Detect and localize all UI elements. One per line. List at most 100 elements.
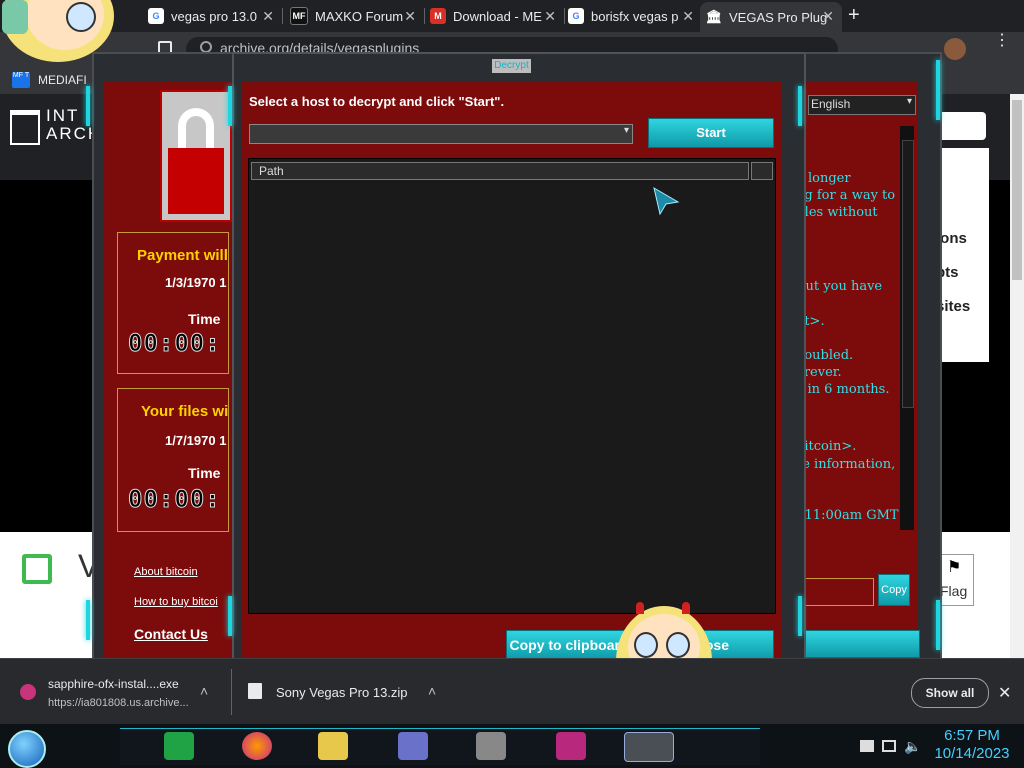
download-item[interactable]: Sony Vegas Pro 13.zip ˄ bbox=[232, 659, 452, 725]
cartoon-horn-icon bbox=[682, 602, 690, 614]
message-scrollbar[interactable] bbox=[900, 126, 914, 530]
mediafire-bookmark-icon: MF T bbox=[12, 72, 30, 88]
download-url: https://ia801808.us.archive... bbox=[48, 697, 189, 709]
tab-divider bbox=[282, 8, 283, 24]
payment-raise-title: Payment will bbox=[137, 247, 228, 264]
cartoon-sticker-top bbox=[0, 0, 130, 62]
tab-borisfx[interactable]: G borisfx vegas p ✕ bbox=[568, 2, 698, 30]
message-line: re information, bbox=[796, 457, 896, 472]
display-icon[interactable] bbox=[882, 740, 896, 752]
payment-countdown: 00:00: bbox=[128, 329, 221, 358]
profile-avatar[interactable] bbox=[944, 38, 966, 60]
language-value: English bbox=[811, 97, 851, 111]
tab-label: Download - ME bbox=[453, 8, 542, 24]
message-line: ng for a way to bbox=[796, 188, 896, 203]
chevron-up-icon[interactable]: ˄ bbox=[428, 683, 436, 699]
control-panel-icon[interactable] bbox=[398, 732, 428, 760]
chevron-down-icon: ▾ bbox=[623, 125, 629, 136]
decrypt-dialog-title: Decrypt bbox=[492, 59, 531, 73]
files-lost-title: Your files wi bbox=[141, 403, 229, 420]
frame-glow bbox=[798, 86, 802, 126]
payment-raise-date: 1/3/1970 1 bbox=[165, 275, 227, 290]
new-tab-button[interactable]: + bbox=[848, 4, 860, 27]
message-line: y in 6 months. bbox=[796, 382, 890, 397]
scrollbar-thumb[interactable] bbox=[1012, 100, 1022, 280]
archive-logo-icon bbox=[10, 110, 40, 145]
close-icon[interactable]: ✕ bbox=[822, 8, 834, 25]
close-icon[interactable]: ✕ bbox=[544, 8, 556, 25]
decryptor-app-icon[interactable] bbox=[624, 732, 674, 762]
column-header-extra[interactable] bbox=[751, 162, 773, 180]
cartoon-eye-icon bbox=[66, 2, 96, 32]
google-icon: G bbox=[568, 8, 584, 24]
network-icon[interactable] bbox=[860, 740, 874, 752]
files-lost-timer-panel: Your files wi 1/7/1970 1 Time 00:00: bbox=[117, 388, 229, 532]
save-icon[interactable] bbox=[22, 554, 52, 584]
frame-glow bbox=[936, 60, 940, 120]
tab-maxko-forum[interactable]: MF MAXKO Forum ✕ bbox=[290, 2, 420, 30]
start-orb-icon[interactable] bbox=[8, 730, 46, 768]
zip-file-icon bbox=[248, 683, 262, 699]
language-select[interactable]: English ▾ bbox=[808, 95, 916, 115]
files-lost-date: 1/7/1970 1 bbox=[165, 433, 227, 448]
copy-address-button[interactable]: Copy bbox=[878, 574, 910, 606]
close-icon[interactable]: ✕ bbox=[262, 8, 274, 25]
column-header-path[interactable]: Path bbox=[251, 162, 749, 180]
spotify-icon[interactable] bbox=[164, 732, 194, 760]
show-all-button[interactable]: Show all bbox=[911, 678, 989, 708]
download-item[interactable]: sapphire-ofx-instal....exe https://ia801… bbox=[0, 659, 230, 725]
tab-vegas-pro[interactable]: G vegas pro 13.0 ✕ bbox=[148, 2, 278, 30]
padlock-body-icon bbox=[168, 148, 224, 214]
cartoon-eye-icon bbox=[634, 632, 658, 658]
tab-label: vegas pro 13.0 bbox=[171, 8, 258, 24]
downloads-bar: sapphire-ofx-instal....exe https://ia801… bbox=[0, 658, 1024, 725]
time-left-label: Time bbox=[188, 311, 221, 327]
volume-icon[interactable]: 🔈 bbox=[904, 738, 921, 755]
frame-glow bbox=[228, 86, 232, 126]
close-icon[interactable]: ✕ bbox=[682, 8, 694, 25]
close-icon[interactable]: ✕ bbox=[404, 8, 416, 25]
tab-divider bbox=[564, 8, 565, 24]
frame-glow bbox=[86, 86, 90, 126]
tab-vegas-plugins-active[interactable]: 🏛 VEGAS Pro Plug ✕ bbox=[700, 2, 842, 32]
money-app-icon[interactable] bbox=[556, 732, 586, 760]
page-scrollbar[interactable] bbox=[1010, 94, 1024, 658]
installer-file-icon bbox=[20, 684, 36, 700]
archive-icon: 🏛 bbox=[705, 9, 723, 24]
message-line: - 11:00am GMT bbox=[796, 508, 899, 523]
archive-logo-line1: INT bbox=[46, 106, 80, 125]
about-bitcoin-link[interactable]: About bitcoin bbox=[134, 566, 198, 578]
how-to-buy-bitcoin-link[interactable]: How to buy bitcoi bbox=[134, 596, 218, 608]
start-button[interactable]: Start bbox=[648, 118, 774, 148]
check-payment-button[interactable]: t bbox=[796, 630, 920, 658]
tab-download-mediafire[interactable]: M Download - ME ✕ bbox=[430, 2, 560, 30]
cartoon-wing-icon bbox=[2, 0, 28, 34]
padlock-shackle-icon bbox=[178, 108, 214, 148]
frame-glow bbox=[798, 596, 802, 636]
scrollbar-thumb[interactable] bbox=[902, 140, 914, 408]
wall-app-icon[interactable] bbox=[476, 732, 506, 760]
close-downloads-icon[interactable]: ✕ bbox=[998, 683, 1011, 703]
bitcoin-address-field[interactable] bbox=[796, 578, 874, 606]
decrypted-files-list[interactable] bbox=[248, 158, 776, 614]
contact-us-link[interactable]: Contact Us bbox=[134, 626, 208, 642]
chevron-down-icon: ▾ bbox=[906, 96, 912, 107]
bookmark-mediafire[interactable]: MEDIAFI bbox=[38, 73, 87, 87]
chevron-up-icon[interactable]: ˄ bbox=[200, 683, 208, 699]
frame-glow bbox=[228, 596, 232, 636]
menu-icon[interactable]: ⋮ bbox=[994, 33, 1010, 49]
files-lost-countdown: 00:00: bbox=[128, 485, 221, 514]
download-filename: sapphire-ofx-instal....exe bbox=[48, 677, 179, 691]
host-select[interactable]: ▾ bbox=[249, 124, 633, 144]
decrypt-instruction: Select a host to decrypt and click "Star… bbox=[249, 94, 505, 109]
maxko-icon: MF bbox=[290, 7, 308, 25]
cartoon-eye-icon bbox=[666, 632, 690, 658]
system-clock[interactable]: 6:57 PM 10/14/2023 bbox=[924, 727, 1020, 763]
clock-time: 6:57 PM bbox=[944, 727, 1000, 744]
firefox-icon[interactable] bbox=[242, 732, 272, 760]
tab-label: borisfx vegas p bbox=[591, 8, 679, 24]
tab-label: VEGAS Pro Plug bbox=[729, 9, 828, 25]
file-explorer-icon[interactable] bbox=[318, 732, 348, 760]
tab-divider bbox=[424, 8, 425, 24]
tab-label: MAXKO Forum bbox=[315, 8, 404, 24]
